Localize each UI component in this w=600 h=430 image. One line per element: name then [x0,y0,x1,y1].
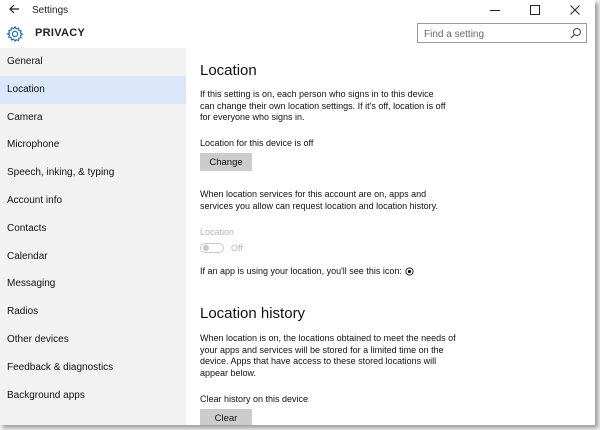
sidebar-item-background-apps[interactable]: Background apps [0,382,186,410]
close-button[interactable] [555,0,595,20]
location-toggle-label: Location [200,227,235,237]
gear-icon [6,25,24,43]
sidebar-item-contacts[interactable]: Contacts [0,215,186,243]
location-intro-text: If this setting is on, each person who s… [200,89,446,123]
sidebar-item-location[interactable]: Location [0,75,186,104]
sidebar-item-general[interactable]: General [0,48,186,76]
sidebar-item-account-info[interactable]: Account info [0,187,186,215]
location-in-use-icon [405,267,414,276]
sidebar-item-feedback-diagnostics[interactable]: Feedback & diagnostics [0,354,186,382]
change-button[interactable]: Change [200,153,252,171]
settings-window: Settings PRIVACY Find a setting General … [0,0,595,425]
back-arrow-icon[interactable] [0,3,28,17]
location-heading: Location [200,62,257,79]
maximize-button[interactable] [515,0,555,20]
window-title: Settings [32,4,69,16]
maximize-icon [530,5,540,15]
location-history-heading: Location history [200,305,306,322]
location-history-text: When location is on, the locations obtai… [200,333,456,378]
sidebar-item-camera[interactable]: Camera [0,104,186,132]
sidebar-item-radios[interactable]: Radios [0,298,186,326]
page-title: PRIVACY [35,27,86,39]
sidebar-item-calendar[interactable]: Calendar [0,243,186,271]
sidebar-item-other-devices[interactable]: Other devices [0,326,186,354]
sidebar-item-messaging[interactable]: Messaging [0,270,186,298]
search-box[interactable] [417,23,587,44]
page-header: PRIVACY [0,20,595,48]
title-bar: Settings [0,0,595,20]
toggle-knob [203,245,209,251]
location-toggle[interactable] [200,243,224,253]
content-pane: Location If this setting is on, each per… [186,48,595,425]
clear-button[interactable]: Clear [200,409,252,425]
search-input[interactable] [418,25,572,44]
search-icon[interactable] [570,27,582,39]
location-icon-notice: If an app is using your location, you'll… [200,266,414,276]
minimize-button[interactable] [475,0,515,20]
location-services-text: When location services for this account … [200,189,438,211]
location-toggle-state: Off [231,243,243,253]
clear-history-label: Clear history on this device [200,394,309,404]
minimize-icon [490,10,500,11]
sidebar-item-microphone[interactable]: Microphone [0,131,186,159]
sidebar-nav: General Location Camera Microphone Speec… [0,48,186,425]
close-icon [570,5,580,15]
location-icon-notice-text: If an app is using your location, you'll… [200,266,402,276]
device-location-status: Location for this device is off [200,138,314,148]
sidebar-item-speech-inking-typing[interactable]: Speech, inking, & typing [0,159,186,187]
